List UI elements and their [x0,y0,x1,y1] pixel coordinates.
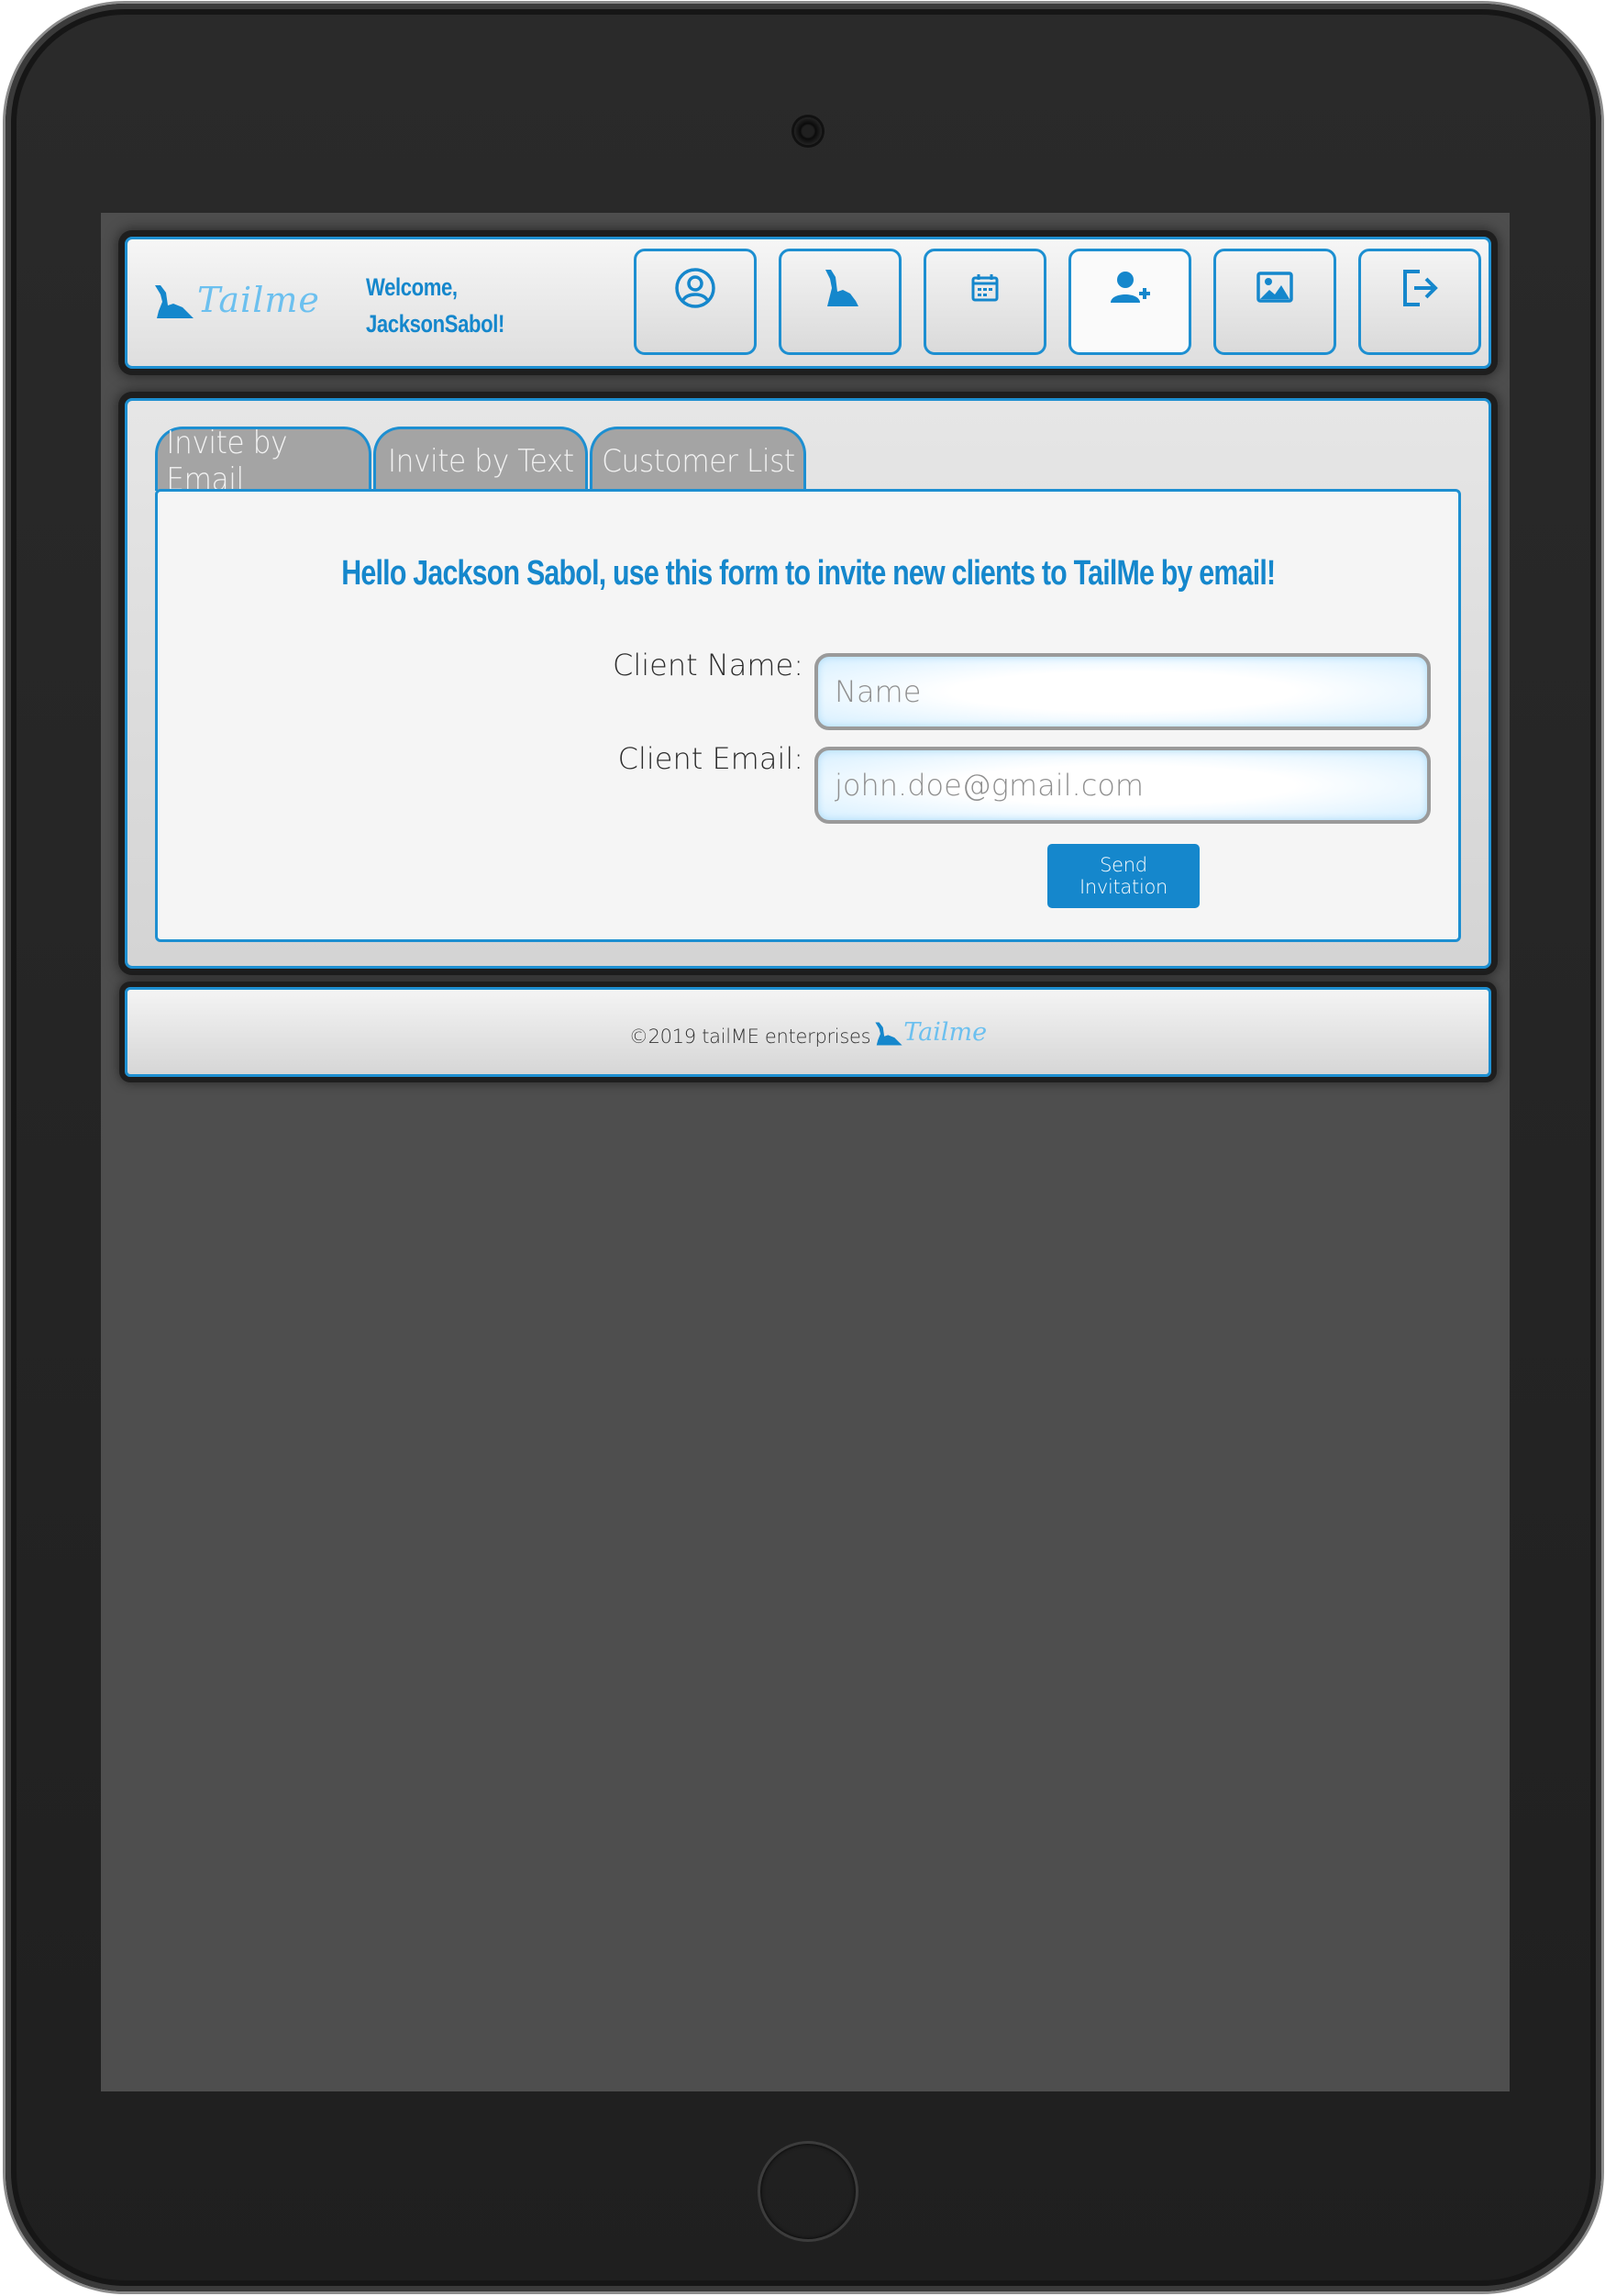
nav-gallery-button[interactable] [1213,249,1336,355]
tab-label: Invite by Email [166,424,288,498]
tab-invite-by-text[interactable]: Invite by Text [373,427,588,491]
client-email-input[interactable] [814,747,1431,824]
invite-form: Hello Jackson Sabol, use this form to in… [155,489,1461,942]
client-name-label: Client Name: [613,648,803,682]
welcome-line-1: Welcome, [366,273,458,301]
copyright-text: ©2019 tailME enterprises [628,1026,871,1048]
footer-logo: Tailme [874,1018,987,1047]
home-button[interactable] [758,2141,858,2242]
client-email-label: Client Email: [617,741,803,776]
form-headline-text: Hello Jackson Sabol, use this form to in… [340,554,1276,593]
welcome-username: JacksonSabol! [366,310,504,338]
tablet-frame: Tailme Welcome, JacksonSabol! Invite by … [6,4,1601,2291]
dog-logo-icon [155,285,194,318]
invite-panel: Invite by Email Invite by Text Customer … [125,398,1491,969]
nav-invite-client-button[interactable] [1068,249,1191,355]
app-screen: Tailme Welcome, JacksonSabol! Invite by … [101,213,1510,2091]
footer: ©2019 tailME enterprises Tailme [125,987,1491,1077]
client-name-input[interactable] [814,653,1431,730]
dog-icon [825,270,858,306]
send-invitation-button[interactable]: Send Invitation [1047,844,1200,908]
nav-calendar-button[interactable] [924,249,1046,355]
tailme-logo[interactable]: Tailme [153,280,320,320]
nav-profile-button[interactable] [634,249,757,355]
profile-icon [675,268,715,308]
tab-label: Customer List [601,442,795,480]
footer-brand-name: Tailme [903,1017,988,1047]
top-navbar: Tailme Welcome, JacksonSabol! [125,237,1491,369]
tab-customer-list[interactable]: Customer List [590,427,806,491]
camera-icon [794,117,822,145]
tab-label: Invite by Text [387,442,574,480]
tab-invite-by-email[interactable]: Invite by Email [155,425,371,498]
form-headline: Hello Jackson Sabol, use this form to in… [158,554,1458,593]
dog-logo-icon [875,1021,902,1046]
add-user-icon [1111,272,1150,303]
nav-logout-button[interactable] [1358,249,1481,355]
nav-dog-button[interactable] [779,249,902,355]
calendar-icon [971,274,999,302]
welcome-message: Welcome, JacksonSabol! [366,269,504,342]
image-icon [1256,272,1293,303]
brand-name: Tailme [197,280,320,320]
logout-icon [1403,270,1438,306]
